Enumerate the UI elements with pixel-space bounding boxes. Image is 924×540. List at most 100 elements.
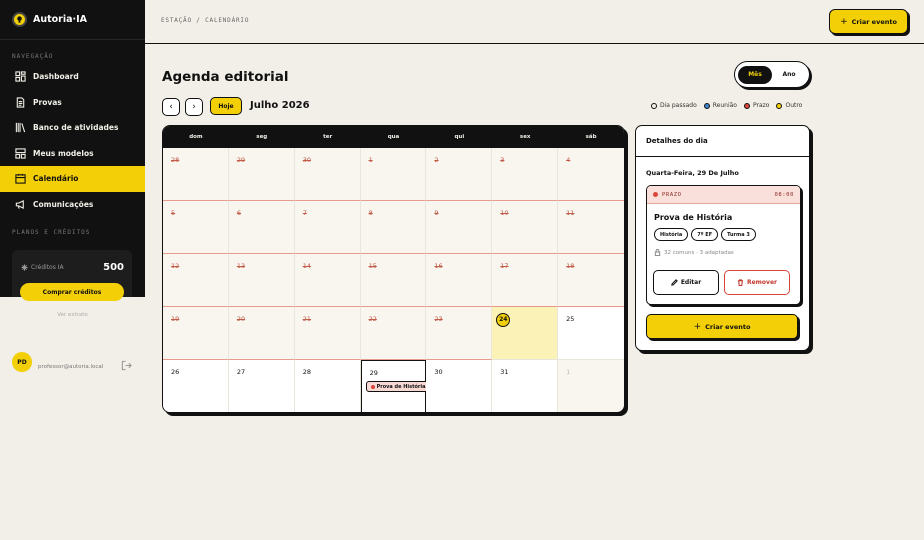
day-number: 1 [368, 156, 373, 164]
day-number: 7 [302, 209, 307, 217]
day-number: 15 [368, 262, 377, 270]
buy-credits-button[interactable]: Comprar créditos [20, 283, 124, 301]
calendar-grid: 28 29 30 1 2 3 4 5 6 7 8 9 10 11 12 13 14 15 16 17 18 19 20 21 2… [163, 148, 624, 412]
credits-label-text: Créditos IA [31, 264, 64, 271]
day-cell[interactable]: 26 [163, 360, 229, 412]
day-cell[interactable]: 18 [558, 254, 624, 307]
next-month-button[interactable]: › [185, 98, 203, 116]
day-cell[interactable]: 6 [228, 201, 295, 254]
page-title: Agenda editorial [162, 69, 289, 85]
day-cell[interactable]: 29 Prova de História [360, 360, 431, 412]
day-cell[interactable]: 30 [426, 360, 493, 412]
day-cell[interactable]: 2 [426, 148, 493, 201]
view-statement-link[interactable]: Ver extrato [0, 312, 145, 318]
event-tags: História 7º EF Turma 3 [647, 222, 800, 241]
day-cell[interactable]: 9 [426, 201, 493, 254]
weekday-label: seg [256, 134, 268, 140]
day-number: 19 [171, 315, 180, 323]
bulb-logo-icon [12, 12, 27, 27]
credits-label: Créditos IA [21, 264, 64, 271]
create-event-panel-button[interactable]: + Criar evento [646, 314, 798, 339]
credits-value: 500 [103, 262, 124, 273]
day-number: 13 [236, 262, 246, 270]
weekday-label: sáb [585, 134, 597, 140]
day-number: 4 [566, 156, 571, 164]
day-cell[interactable]: 7 [294, 201, 361, 254]
today-button[interactable]: Hoje [210, 97, 242, 115]
day-cell[interactable]: 17 [492, 254, 559, 307]
event-card[interactable]: PRAZO 08:00 Prova de História História 7… [646, 185, 801, 305]
calendar-icon [14, 173, 26, 185]
legend: Dia passado Reunião Prazo Outro [651, 102, 809, 109]
view-toggle: Mês Ano [734, 61, 810, 88]
sidebar-item-comunicacoes[interactable]: Comunicações [0, 192, 145, 218]
megaphone-icon [14, 198, 26, 210]
day-cell[interactable]: 21 [294, 307, 361, 360]
day-cell[interactable]: 16 [426, 254, 493, 307]
toggle-month[interactable]: Mês [738, 65, 772, 84]
prev-month-button[interactable]: ‹ [162, 98, 180, 116]
day-cell[interactable]: 31 [492, 360, 559, 412]
remove-event-button[interactable]: Remover [724, 270, 790, 295]
edit-event-button[interactable]: Editar [653, 270, 719, 295]
month-calendar: dom seg ter qua qui sex sáb 28 29 30 1 2 3 4 5 6 7 8 9 10 1… [162, 125, 625, 413]
day-cell[interactable]: 24 [492, 307, 559, 360]
day-cell[interactable]: 23 [426, 307, 493, 360]
day-cell[interactable]: 28 [163, 148, 229, 201]
sparkle-icon [21, 264, 28, 271]
day-cell[interactable]: 4 [558, 148, 624, 201]
sidebar-item-banco-de-atividades[interactable]: Banco de atividades [0, 115, 145, 141]
day-number: 8 [368, 209, 373, 217]
day-number: 2 [434, 156, 439, 164]
dashboard-icon [14, 71, 26, 83]
day-number: 14 [302, 262, 311, 270]
sidebar-item-meus-modelos[interactable]: Meus modelos [0, 141, 145, 167]
brand[interactable]: Autoria·IA [0, 0, 145, 40]
day-cell[interactable]: 30 [294, 148, 361, 201]
day-number: 20 [236, 315, 246, 323]
library-icon [14, 122, 26, 134]
day-cell[interactable]: 19 [163, 307, 229, 360]
deadline-dot [370, 384, 375, 389]
breadcrumb: ESTAÇÃO / CALENDÁRIO [161, 17, 250, 24]
day-cell[interactable]: 27 [228, 360, 295, 412]
day-number: 28 [171, 156, 180, 164]
day-number: 23 [434, 315, 443, 323]
create-event-button[interactable]: + Criar evento [829, 9, 908, 34]
remove-label: Remover [746, 279, 777, 286]
event-meta: 32 comuns · 3 adaptadas [647, 241, 800, 256]
sidebar-item-calendario[interactable]: Calendário [0, 166, 145, 192]
legend-label: Reunião [712, 102, 737, 109]
day-cell[interactable]: 28 [294, 360, 361, 412]
weekday-label: dom [189, 134, 203, 140]
toggle-year[interactable]: Ano [772, 66, 806, 84]
day-cell[interactable]: 13 [228, 254, 295, 307]
day-cell[interactable]: 10 [492, 201, 559, 254]
sidebar-item-provas[interactable]: Provas [0, 90, 145, 116]
day-cell[interactable]: 20 [228, 307, 295, 360]
day-cell[interactable]: 11 [558, 201, 624, 254]
day-cell[interactable]: 15 [360, 254, 427, 307]
day-cell[interactable]: 25 [558, 307, 624, 360]
day-cell[interactable]: 3 [492, 148, 559, 201]
sidebar-item-label: Banco de atividades [33, 123, 119, 133]
user-profile[interactable]: PD Professor D. Gomes professor@autoria.… [12, 352, 142, 372]
day-cell[interactable]: 14 [294, 254, 361, 307]
weekday-label: sex [519, 134, 531, 140]
day-cell[interactable]: 22 [360, 307, 427, 360]
create-event-panel-label: Criar evento [705, 322, 751, 331]
logout-icon[interactable] [121, 356, 133, 371]
day-cell[interactable]: 1 [558, 360, 624, 412]
day-cell[interactable]: 5 [163, 201, 229, 254]
day-number: 25 [566, 315, 575, 323]
sidebar-item-dashboard[interactable]: Dashboard [0, 64, 145, 90]
event-chip[interactable]: Prova de História [365, 381, 431, 392]
document-icon [14, 96, 26, 108]
chevron-left-icon: ‹ [169, 102, 173, 112]
day-cell[interactable]: 12 [163, 254, 229, 307]
day-cell[interactable]: 29 [228, 148, 295, 201]
weekday-label: qua [387, 134, 400, 140]
day-cell[interactable]: 1 [360, 148, 427, 201]
day-cell[interactable]: 8 [360, 201, 427, 254]
day-number: 9 [434, 209, 439, 217]
